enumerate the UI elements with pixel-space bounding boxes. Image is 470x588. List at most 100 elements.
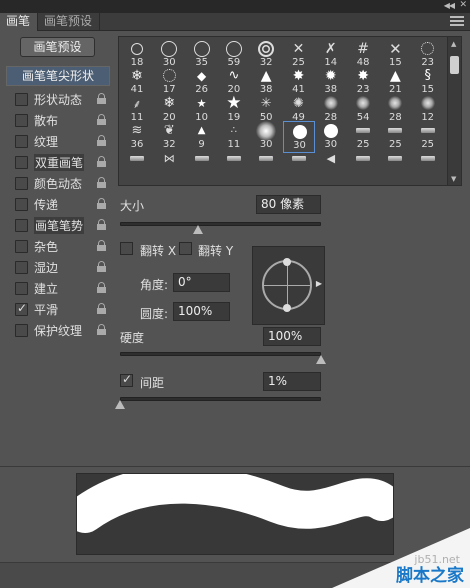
brush-grid-scrollbar[interactable]: ▲ ▼: [447, 37, 461, 185]
lock-icon[interactable]: [97, 93, 106, 104]
brush-tip[interactable]: [379, 149, 411, 181]
lock-icon[interactable]: [97, 324, 106, 335]
angle-arrow-icon[interactable]: ▶: [316, 279, 322, 288]
lock-icon[interactable]: [97, 114, 106, 125]
spacing-slider-knob[interactable]: [115, 400, 125, 409]
brush-tip[interactable]: [283, 149, 315, 181]
bar-brush-icon: [186, 149, 218, 168]
close-icon[interactable]: ✕: [459, 0, 467, 10]
panel-menu-icon[interactable]: [450, 16, 464, 27]
scroll-up-icon[interactable]: ▲: [451, 40, 456, 48]
hard-round-brush-icon: [315, 121, 347, 140]
build-up-checkbox[interactable]: [15, 282, 28, 295]
roundness-handle-top[interactable]: [283, 258, 291, 266]
bar-brush-icon: [121, 149, 153, 168]
ray-brush-icon: ✳: [260, 95, 272, 111]
hatch-brush-icon: ✗: [324, 40, 337, 57]
sidebar-item-wet-edges[interactable]: 湿边: [6, 257, 110, 277]
lock-icon[interactable]: [97, 240, 106, 251]
lock-icon[interactable]: [97, 303, 106, 314]
protect-texture-checkbox[interactable]: [15, 324, 28, 337]
scroll-down-icon[interactable]: ▼: [451, 175, 456, 183]
brush-tip[interactable]: [412, 149, 444, 181]
brush-tip[interactable]: [186, 149, 218, 181]
spacing-checkbox[interactable]: [120, 372, 133, 387]
angle-roundness-widget[interactable]: ▶: [252, 246, 325, 325]
ring-brush-icon: [186, 39, 218, 58]
soft-round-brush-icon: [250, 120, 282, 141]
wet-edges-checkbox[interactable]: [15, 261, 28, 274]
size-field[interactable]: 80 像素: [256, 195, 321, 214]
hardness-slider-track[interactable]: [120, 352, 321, 356]
panel-divider: [0, 466, 470, 467]
sidebar-item-scattering[interactable]: 散布: [6, 110, 110, 130]
lock-icon[interactable]: [97, 198, 106, 209]
sidebar-item-build-up[interactable]: 建立: [6, 278, 110, 298]
roundness-label: 圆度:: [140, 307, 169, 321]
sidebar-item-smoothing[interactable]: 平滑: [6, 299, 110, 319]
fan-brush-icon: ⋈: [163, 151, 175, 165]
sidebar-item-protect-texture[interactable]: 保护纹理: [6, 320, 110, 340]
size-slider-knob[interactable]: [193, 225, 204, 234]
brush-presets-button[interactable]: 画笔预设: [20, 37, 95, 57]
lock-icon[interactable]: [97, 219, 106, 230]
star-brush-icon: ★: [226, 93, 242, 114]
brush-pose-checkbox[interactable]: [15, 219, 28, 232]
scattering-checkbox[interactable]: [15, 114, 28, 127]
twig-brush-icon: ⸙: [132, 96, 142, 111]
sidebar-item-brush-pose[interactable]: 画笔笔势: [6, 215, 110, 235]
sidebar-item-color-dynamics[interactable]: 颜色动态: [6, 173, 110, 193]
noise-checkbox[interactable]: [15, 240, 28, 253]
spacing-slider-track[interactable]: [120, 397, 321, 401]
ring-brush-icon: [218, 39, 250, 58]
sidebar-item-dual-brush[interactable]: 双重画笔: [6, 152, 110, 172]
brush-tip[interactable]: [250, 149, 282, 181]
shape-dynamics-checkbox[interactable]: [15, 93, 28, 106]
transfer-checkbox[interactable]: [15, 198, 28, 211]
size-slider-track[interactable]: [120, 222, 321, 226]
color-dynamics-checkbox[interactable]: [15, 177, 28, 190]
roundness-field[interactable]: 100%: [173, 302, 230, 321]
brush-tip[interactable]: [218, 149, 250, 181]
bar-brush-icon: [379, 149, 411, 168]
sidebar-item-brush-tip-shape[interactable]: 画笔笔尖形状: [6, 66, 110, 86]
tab-brush-presets[interactable]: 画笔预设: [38, 13, 100, 31]
brush-tip[interactable]: [347, 149, 379, 181]
hardness-slider-knob[interactable]: [316, 355, 326, 364]
sidebar-item-label: 建立: [34, 282, 59, 296]
sidebar-item-texture[interactable]: 纹理: [6, 131, 110, 151]
spacing-field[interactable]: 1%: [263, 372, 321, 391]
cloud-brush-icon: [412, 94, 444, 113]
brush-tip[interactable]: ⋈: [153, 149, 185, 181]
lock-icon[interactable]: [97, 282, 106, 293]
spike-brush-icon: ▲: [390, 67, 401, 84]
brush-tip[interactable]: ◀: [315, 149, 347, 181]
dual-brush-checkbox[interactable]: [15, 156, 28, 169]
tab-brush[interactable]: 画笔: [0, 13, 38, 31]
lock-icon[interactable]: [97, 261, 106, 272]
collapse-icon[interactable]: ◀◀: [444, 1, 455, 10]
sidebar-item-noise[interactable]: 杂色: [6, 236, 110, 256]
angle-field[interactable]: 0°: [173, 273, 230, 292]
swirl-brush-icon: §: [424, 68, 431, 84]
sidebar-item-transfer[interactable]: 传递: [6, 194, 110, 214]
scrollbar-thumb[interactable]: [450, 56, 459, 74]
lock-icon[interactable]: [97, 156, 106, 167]
snowflake-brush-icon: ❄: [131, 67, 143, 84]
roundness-handle-bottom[interactable]: [283, 304, 291, 312]
sidebar-item-label: 保护纹理: [34, 324, 83, 338]
brush-tip[interactable]: [121, 149, 153, 181]
streak-brush-icon: ≋: [131, 123, 143, 139]
smoothing-checkbox[interactable]: [15, 301, 28, 316]
lock-icon[interactable]: [97, 135, 106, 146]
brush-projection-circle[interactable]: [262, 258, 312, 312]
flip-y-checkbox[interactable]: [179, 242, 192, 255]
hardness-field[interactable]: 100%: [263, 327, 321, 346]
texture-checkbox[interactable]: [15, 135, 28, 148]
lock-icon[interactable]: [97, 177, 106, 188]
sidebar-item-label: 画笔笔势: [34, 217, 85, 234]
bar-brush-icon: [412, 121, 444, 140]
flip-x-checkbox[interactable]: [120, 242, 133, 255]
watermark-site-name: 脚本之家: [396, 566, 464, 586]
sidebar-item-shape-dynamics[interactable]: 形状动态: [6, 89, 110, 109]
